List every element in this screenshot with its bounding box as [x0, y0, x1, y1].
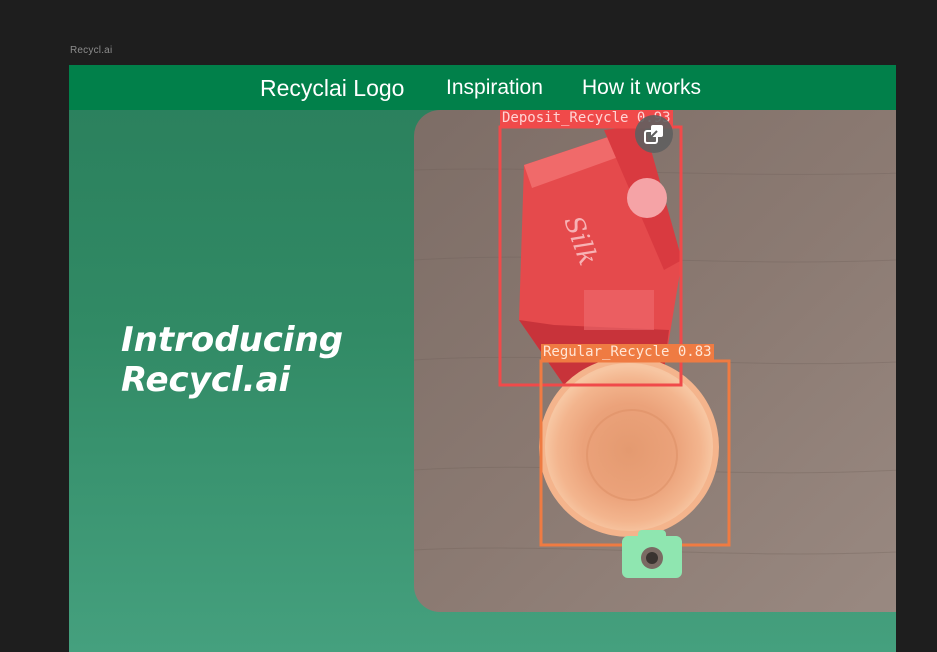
expand-images-icon — [644, 125, 663, 144]
detection-photo-card: Silk Deposit_Recycle 0.93 Regular_Recycl… — [414, 110, 896, 612]
camera-button[interactable] — [620, 526, 684, 580]
navbar: Recyclai Logo Inspiration How it works — [69, 65, 896, 110]
app-frame: Recyclai Logo Inspiration How it works I… — [69, 65, 896, 652]
hero-title: Introducing Recycl.ai — [121, 320, 421, 400]
expand-images-button[interactable] — [635, 115, 673, 153]
nav-link-how-it-works[interactable]: How it works — [582, 76, 701, 100]
hero-title-line-1: Introducing — [121, 320, 344, 360]
camera-icon — [622, 530, 682, 578]
nav-logo[interactable]: Recyclai Logo — [260, 76, 404, 100]
design-canvas: Recycl.ai Recyclai Logo Inspiration How … — [0, 0, 937, 652]
frame-name-label[interactable]: Recycl.ai — [70, 45, 112, 56]
detection-label-regular: Regular_Recycle 0.83 — [541, 344, 714, 361]
hero-title-line-2: Recycl.ai — [121, 360, 291, 400]
nav-link-inspiration[interactable]: Inspiration — [446, 76, 543, 100]
